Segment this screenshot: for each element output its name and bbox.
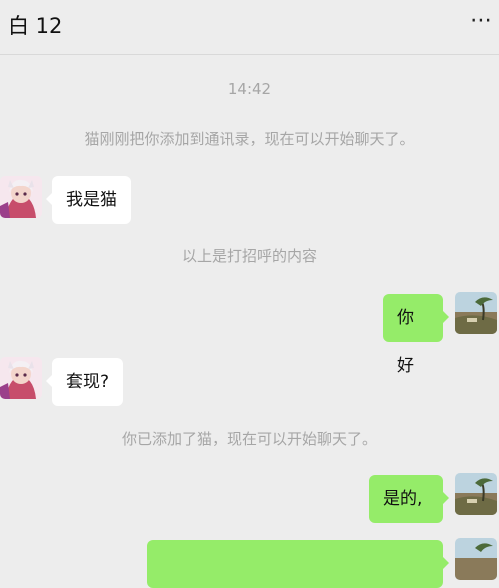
added-notice: 猫刚刚把你添加到通讯录，现在可以开始聊天了。: [84, 130, 415, 148]
chat-header: 白 12 ⋯: [0, 0, 499, 55]
chat-title[interactable]: 白 12: [8, 10, 62, 40]
landscape-avatar-icon: [455, 473, 497, 515]
landscape-avatar-icon: [455, 292, 497, 334]
self-avatar[interactable]: [455, 538, 497, 580]
message-bubble-outgoing[interactable]: 是的,: [369, 475, 449, 523]
contact-avatar[interactable]: [0, 357, 42, 399]
timestamp: 14:42: [227, 80, 272, 98]
anime-avatar-icon: [0, 357, 42, 399]
self-avatar[interactable]: [455, 292, 497, 334]
message-bubble-outgoing[interactable]: 你好: [383, 294, 449, 376]
more-options-icon[interactable]: ⋯: [470, 8, 493, 33]
message-bubble-incoming[interactable]: 套现?: [45, 358, 124, 406]
contact-avatar[interactable]: [0, 176, 42, 218]
message-bubble-outgoing[interactable]: [147, 540, 449, 588]
anime-avatar-icon: [0, 176, 42, 218]
landscape-avatar-icon: [455, 538, 497, 580]
self-avatar[interactable]: [455, 473, 497, 515]
message-bubble-incoming[interactable]: 我是猫: [46, 176, 131, 224]
greeting-notice: 以上是打招呼的内容: [181, 247, 317, 265]
you-added-notice: 你已添加了猫，现在可以开始聊天了。: [121, 430, 377, 448]
